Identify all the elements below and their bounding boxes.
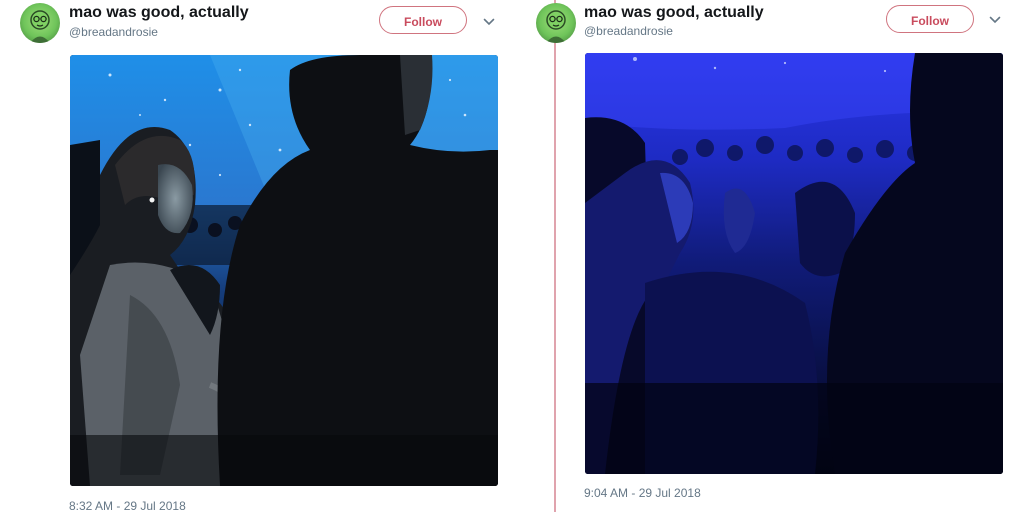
follow-button[interactable]: Follow: [379, 6, 467, 34]
user-handle[interactable]: @breadandrosie: [584, 24, 673, 38]
tweet-timestamp[interactable]: 8:32 AM - 29 Jul 2018: [69, 499, 186, 513]
tweet-card: mao was good, actually @breadandrosie Fo…: [0, 0, 540, 513]
avatar-illustration-icon: [30, 10, 50, 43]
concert-crowd-image: [70, 55, 498, 486]
user-handle[interactable]: @breadandrosie: [69, 25, 158, 39]
user-avatar[interactable]: [536, 3, 576, 43]
avatar-illustration-icon: [546, 10, 566, 43]
display-name[interactable]: mao was good, actually: [69, 4, 249, 22]
chevron-down-icon[interactable]: [987, 12, 1003, 28]
tweet-photo[interactable]: [70, 55, 498, 486]
tweet-card: mao was good, actually @breadandrosie Fo…: [536, 0, 1024, 512]
concert-crowd-image: [585, 53, 1003, 474]
display-name[interactable]: mao was good, actually: [584, 4, 764, 22]
tweet-photo[interactable]: [585, 53, 1003, 474]
user-avatar[interactable]: [20, 3, 60, 43]
chevron-down-icon[interactable]: [481, 14, 497, 30]
follow-button[interactable]: Follow: [886, 5, 974, 33]
tweet-timestamp[interactable]: 9:04 AM - 29 Jul 2018: [584, 486, 701, 500]
